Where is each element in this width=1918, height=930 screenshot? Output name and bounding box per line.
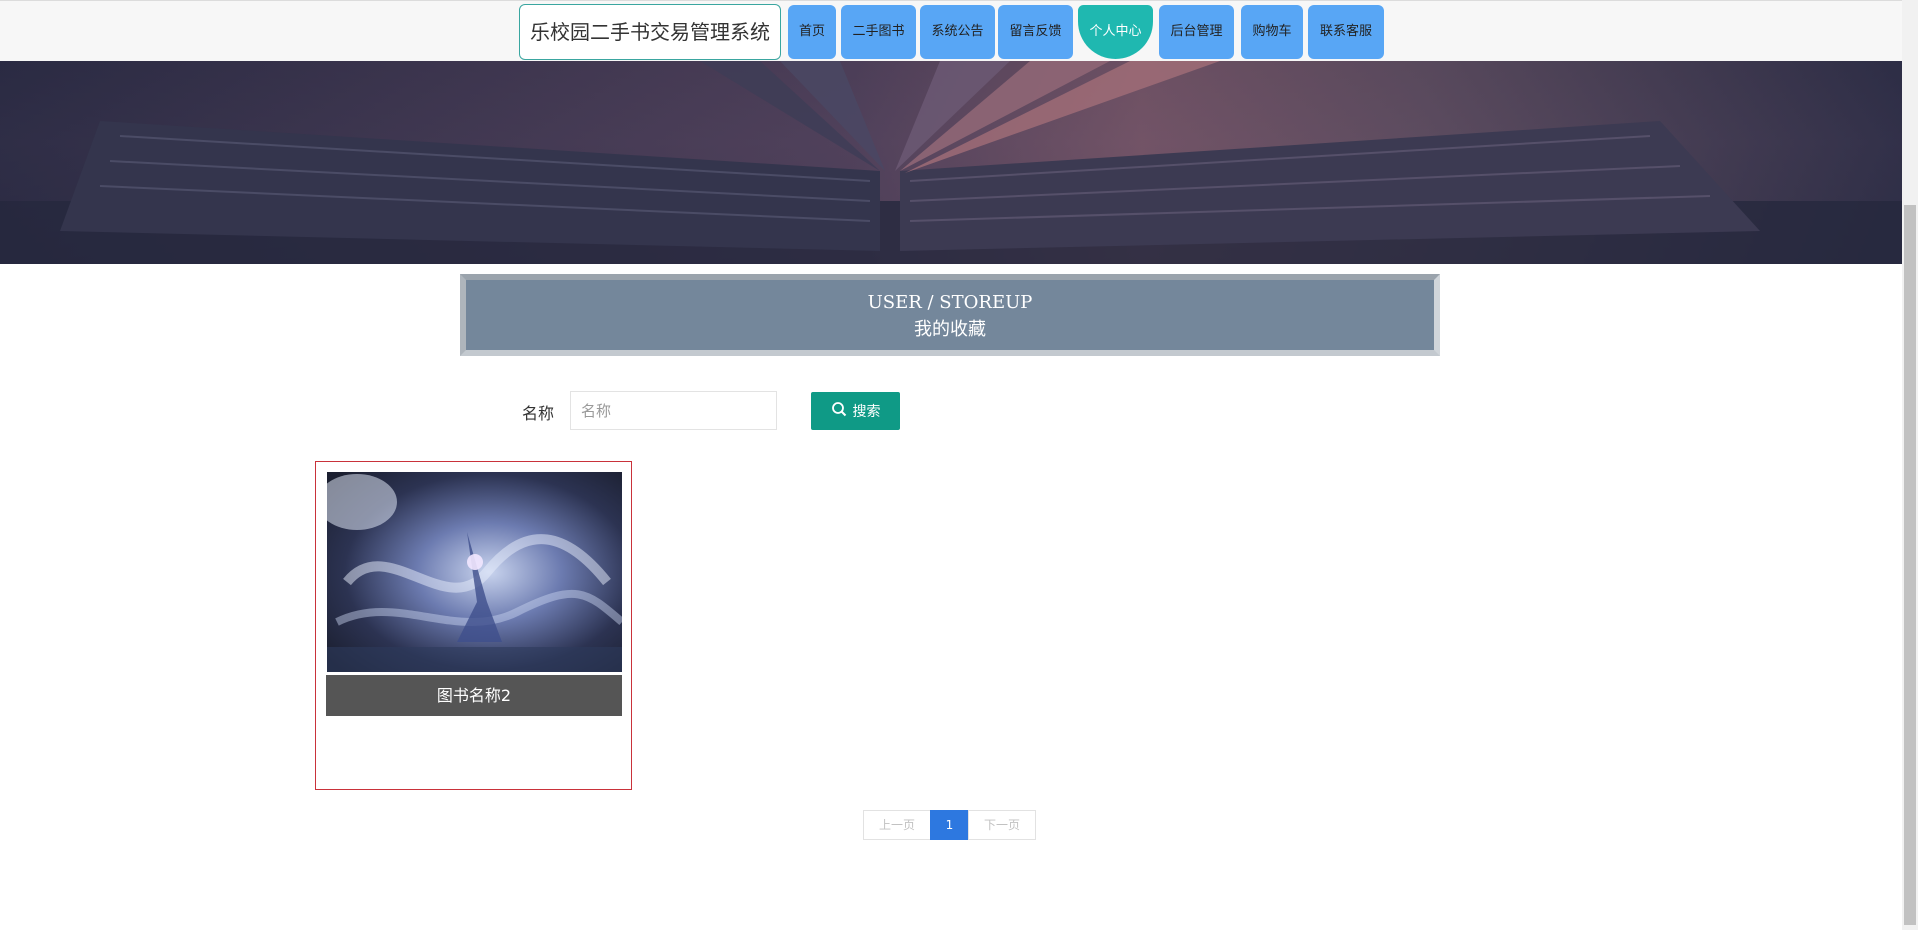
section-title-en: USER / STOREUP <box>867 292 1033 313</box>
nav-item-customer-service[interactable]: 联系客服 <box>1308 5 1384 59</box>
page: 乐校园二手书交易管理系统 首页 二手图书 系统公告 留言反馈 个人中心 后台管理… <box>0 0 1918 930</box>
section-title-zh: 我的收藏 <box>914 319 986 340</box>
pagination-prev[interactable]: 上一页 <box>863 810 931 840</box>
scrollbar-thumb[interactable] <box>1904 205 1916 925</box>
search-button-label: 搜索 <box>852 404 881 420</box>
top-nav: 乐校园二手书交易管理系统 首页 二手图书 系统公告 留言反馈 个人中心 后台管理… <box>0 0 1902 61</box>
banner-image <box>0 61 1902 264</box>
search-button[interactable]: 搜索 <box>811 392 900 430</box>
book-cover-image <box>327 472 622 672</box>
nav-item-personal-center[interactable]: 个人中心 <box>1078 5 1153 59</box>
section-header: USER / STOREUP 我的收藏 <box>460 274 1440 356</box>
book-name: 图书名称2 <box>326 675 622 716</box>
search-icon <box>831 401 847 421</box>
pagination-page-1[interactable]: 1 <box>930 810 969 840</box>
nav-item-books[interactable]: 二手图书 <box>841 5 916 59</box>
nav-item-announcements[interactable]: 系统公告 <box>920 5 995 59</box>
search-input[interactable] <box>570 391 777 430</box>
open-book-illustration <box>0 61 1902 264</box>
nav-item-admin[interactable]: 后台管理 <box>1159 5 1234 59</box>
search-label: 名称 <box>522 404 555 423</box>
nav-item-home[interactable]: 首页 <box>788 5 836 59</box>
favorite-card[interactable]: 图书名称2 <box>315 461 632 790</box>
pagination-next[interactable]: 下一页 <box>968 810 1036 840</box>
site-title[interactable]: 乐校园二手书交易管理系统 <box>519 4 781 60</box>
nav-item-cart[interactable]: 购物车 <box>1241 5 1303 59</box>
nav-item-feedback[interactable]: 留言反馈 <box>998 5 1073 59</box>
